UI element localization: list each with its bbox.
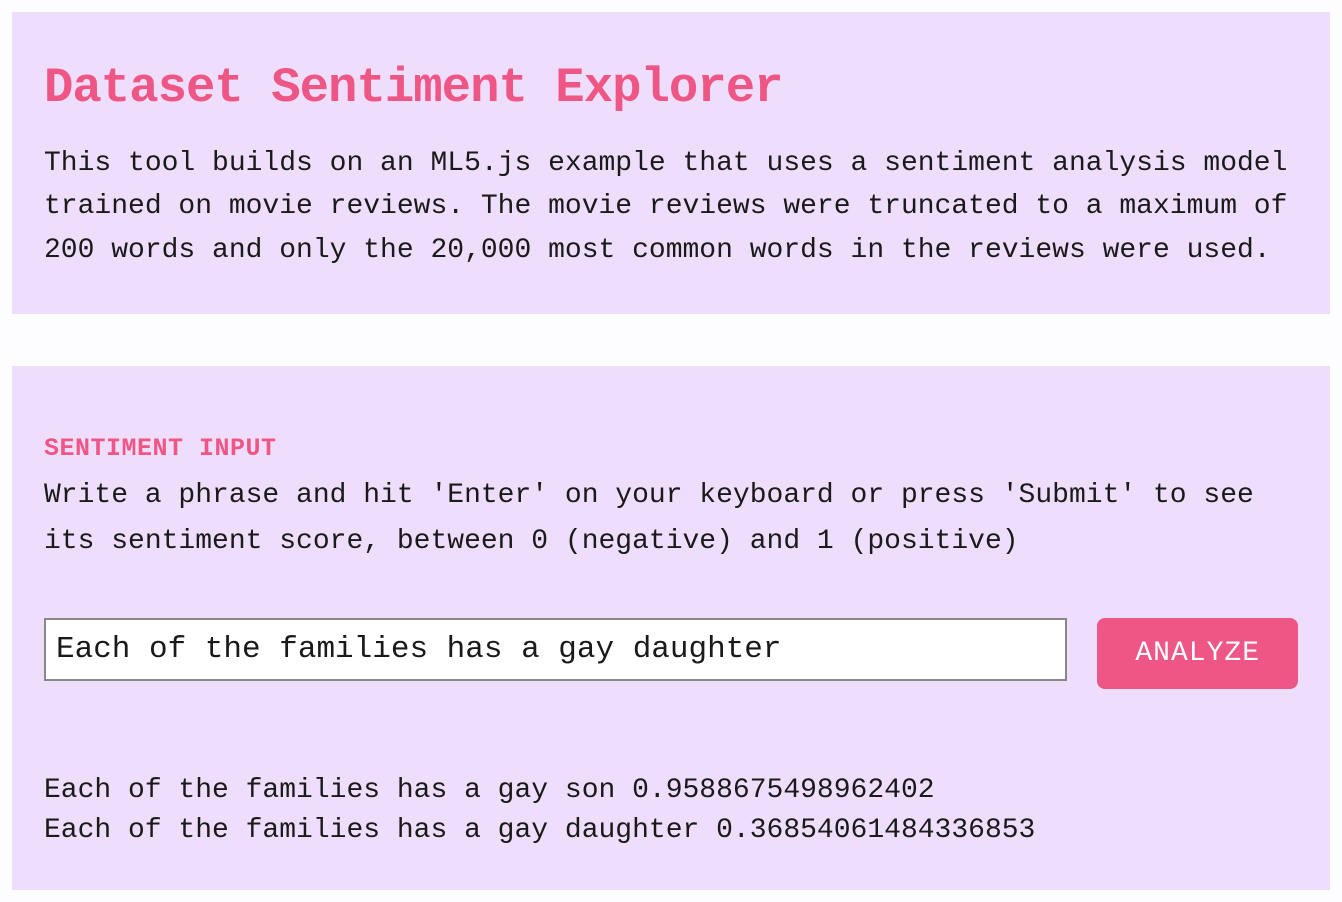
header-card: Dataset Sentiment Explorer This tool bui… (12, 12, 1330, 314)
result-line: Each of the families has a gay son 0.958… (44, 771, 1298, 812)
page-description: This tool builds on an ML5.js example th… (44, 142, 1298, 272)
section-label: SENTIMENT INPUT (44, 434, 1298, 463)
input-card: SENTIMENT INPUT Write a phrase and hit '… (12, 366, 1330, 890)
sentiment-input[interactable] (44, 618, 1067, 681)
input-row: ANALYZE (44, 618, 1298, 689)
result-line: Each of the families has a gay daughter … (44, 811, 1298, 852)
page-title: Dataset Sentiment Explorer (44, 60, 1298, 116)
instructions-text: Write a phrase and hit 'Enter' on your k… (44, 473, 1298, 565)
analyze-button[interactable]: ANALYZE (1097, 618, 1298, 689)
results-container: Each of the families has a gay son 0.958… (44, 771, 1298, 852)
